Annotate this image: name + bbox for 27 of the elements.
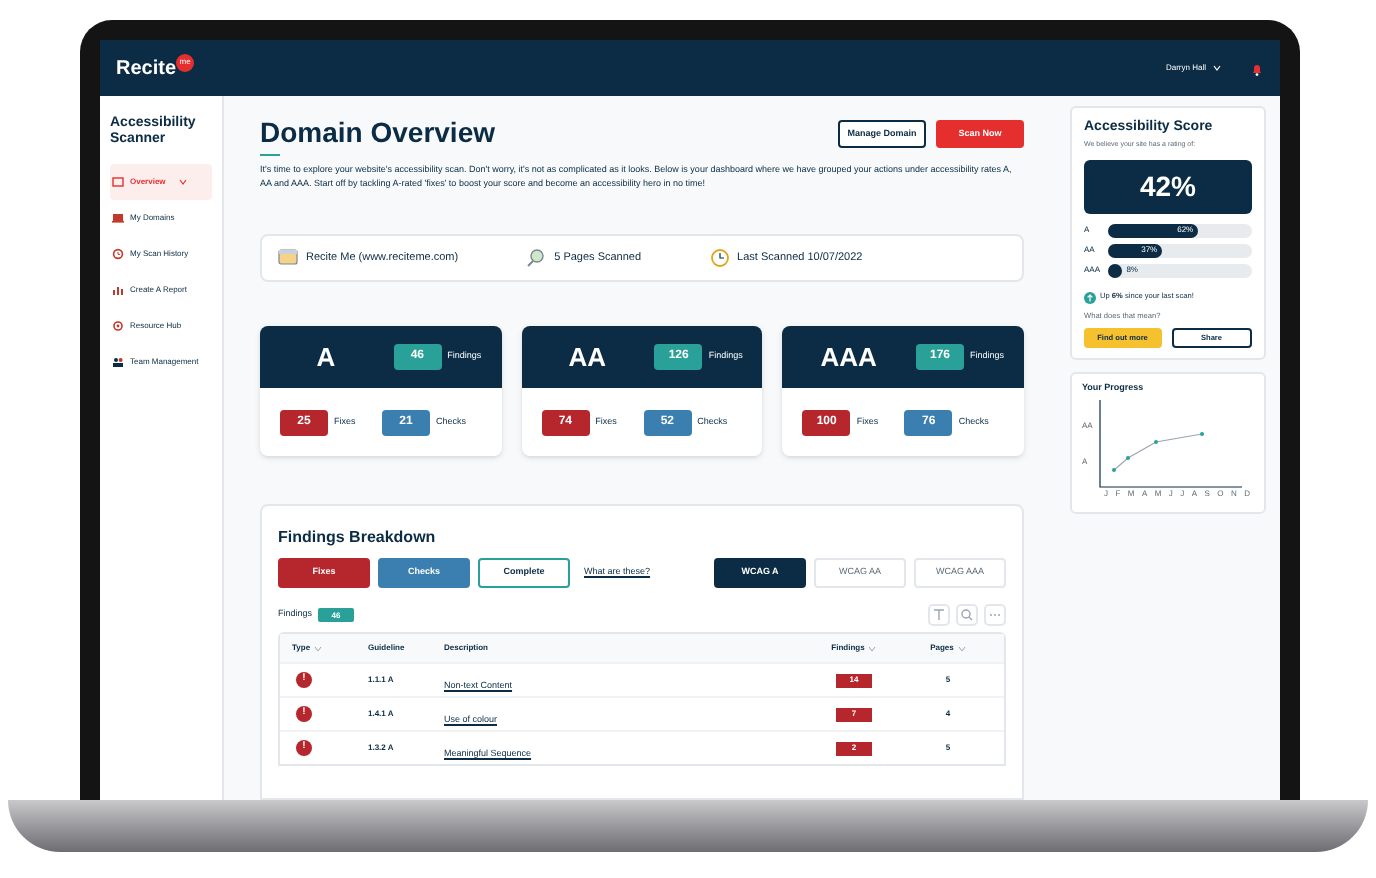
filter-icon: [928, 604, 950, 626]
page-title: Domain Overview: [260, 116, 495, 150]
more-icon: [984, 604, 1006, 626]
level-name: A: [314, 339, 338, 376]
target-icon: [112, 320, 124, 332]
clock-icon: [112, 248, 124, 260]
chevron-down-icon: [1212, 64, 1222, 72]
title-underline: [260, 154, 280, 156]
level-name: AAA: [818, 339, 879, 376]
search-icon: [956, 604, 978, 626]
level-name: AA: [566, 339, 609, 376]
clock-icon: [709, 248, 730, 268]
bar-chart-icon: [112, 284, 124, 296]
chevron-down-icon: [314, 645, 323, 651]
chevron-down-icon: [957, 645, 966, 651]
chevron-down-icon: [177, 178, 188, 186]
people-icon: [112, 356, 124, 368]
logo: Recite: [116, 55, 177, 83]
section-title: Findings Breakdown: [278, 526, 438, 550]
arrow-up-icon: [1084, 291, 1096, 304]
browser-icon: [278, 248, 298, 268]
score-value: 42%: [1084, 159, 1252, 214]
magnifier-icon: [526, 248, 547, 268]
screen-icon: [112, 176, 124, 188]
laptop-icon: [112, 212, 124, 224]
bell-icon: [1250, 61, 1264, 75]
chevron-down-icon: [868, 645, 877, 651]
